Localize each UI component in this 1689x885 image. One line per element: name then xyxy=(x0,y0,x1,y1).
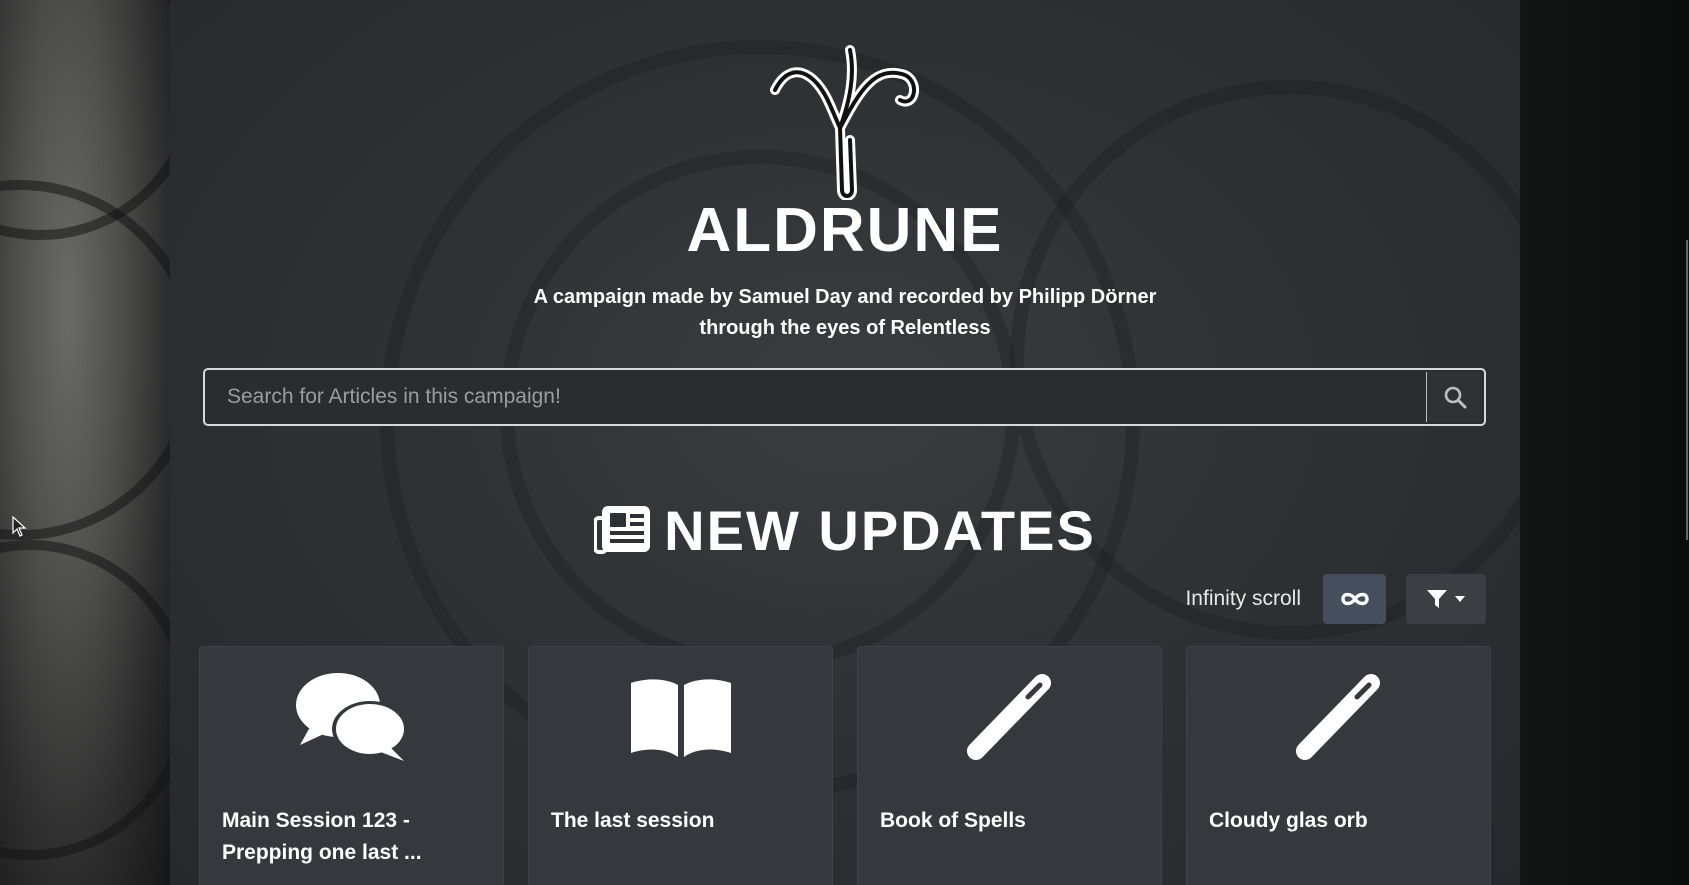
search-bar xyxy=(203,368,1486,426)
section-title: NEW UPDATES xyxy=(664,498,1096,562)
updates-card-list: Main Session 123 - Prepping one last ...… xyxy=(199,646,1493,885)
update-card[interactable]: Cloudy glas orb xyxy=(1186,646,1491,885)
scrollbar[interactable] xyxy=(1686,240,1688,540)
search-icon xyxy=(1444,386,1466,409)
caret-down-icon xyxy=(1455,596,1465,602)
update-card[interactable]: Main Session 123 - Prepping one last ... xyxy=(199,646,504,885)
update-card-title[interactable]: Main Session 123 - Prepping one last ... xyxy=(222,805,485,869)
infinity-icon xyxy=(1340,592,1369,606)
background-left-artwork xyxy=(0,0,170,885)
update-card-title[interactable]: Book of Spells xyxy=(880,805,1143,837)
filter-icon xyxy=(1427,590,1447,608)
update-card-title[interactable]: The last session xyxy=(551,805,814,837)
background-right-panel xyxy=(1520,0,1689,885)
filter-dropdown-button[interactable] xyxy=(1406,574,1486,624)
update-card[interactable]: The last session xyxy=(528,646,833,885)
algiz-rune-logo xyxy=(770,45,919,200)
comments-icon xyxy=(295,673,408,761)
mouse-cursor-icon xyxy=(12,516,27,537)
search-input[interactable] xyxy=(205,370,1426,424)
magic-wand-icon xyxy=(966,674,1051,760)
open-book-icon xyxy=(630,679,731,757)
section-heading: NEW UPDATES xyxy=(170,498,1520,562)
update-card-title[interactable]: Cloudy glas orb xyxy=(1209,805,1472,837)
infinity-scroll-toggle[interactable] xyxy=(1323,574,1386,624)
magic-wand-icon xyxy=(1295,674,1380,760)
main-content: ALDRUNE A campaign made by Samuel Day an… xyxy=(170,0,1520,885)
updates-controls: Infinity scroll xyxy=(170,573,1486,625)
infinity-scroll-label: Infinity scroll xyxy=(1185,587,1301,610)
brand-subtitle: A campaign made by Samuel Day and record… xyxy=(533,286,1157,339)
brand-title: ALDRUNE xyxy=(686,196,1004,265)
update-card[interactable]: Book of Spells xyxy=(857,646,1162,885)
search-button[interactable] xyxy=(1426,372,1482,422)
newspaper-icon xyxy=(594,506,651,554)
